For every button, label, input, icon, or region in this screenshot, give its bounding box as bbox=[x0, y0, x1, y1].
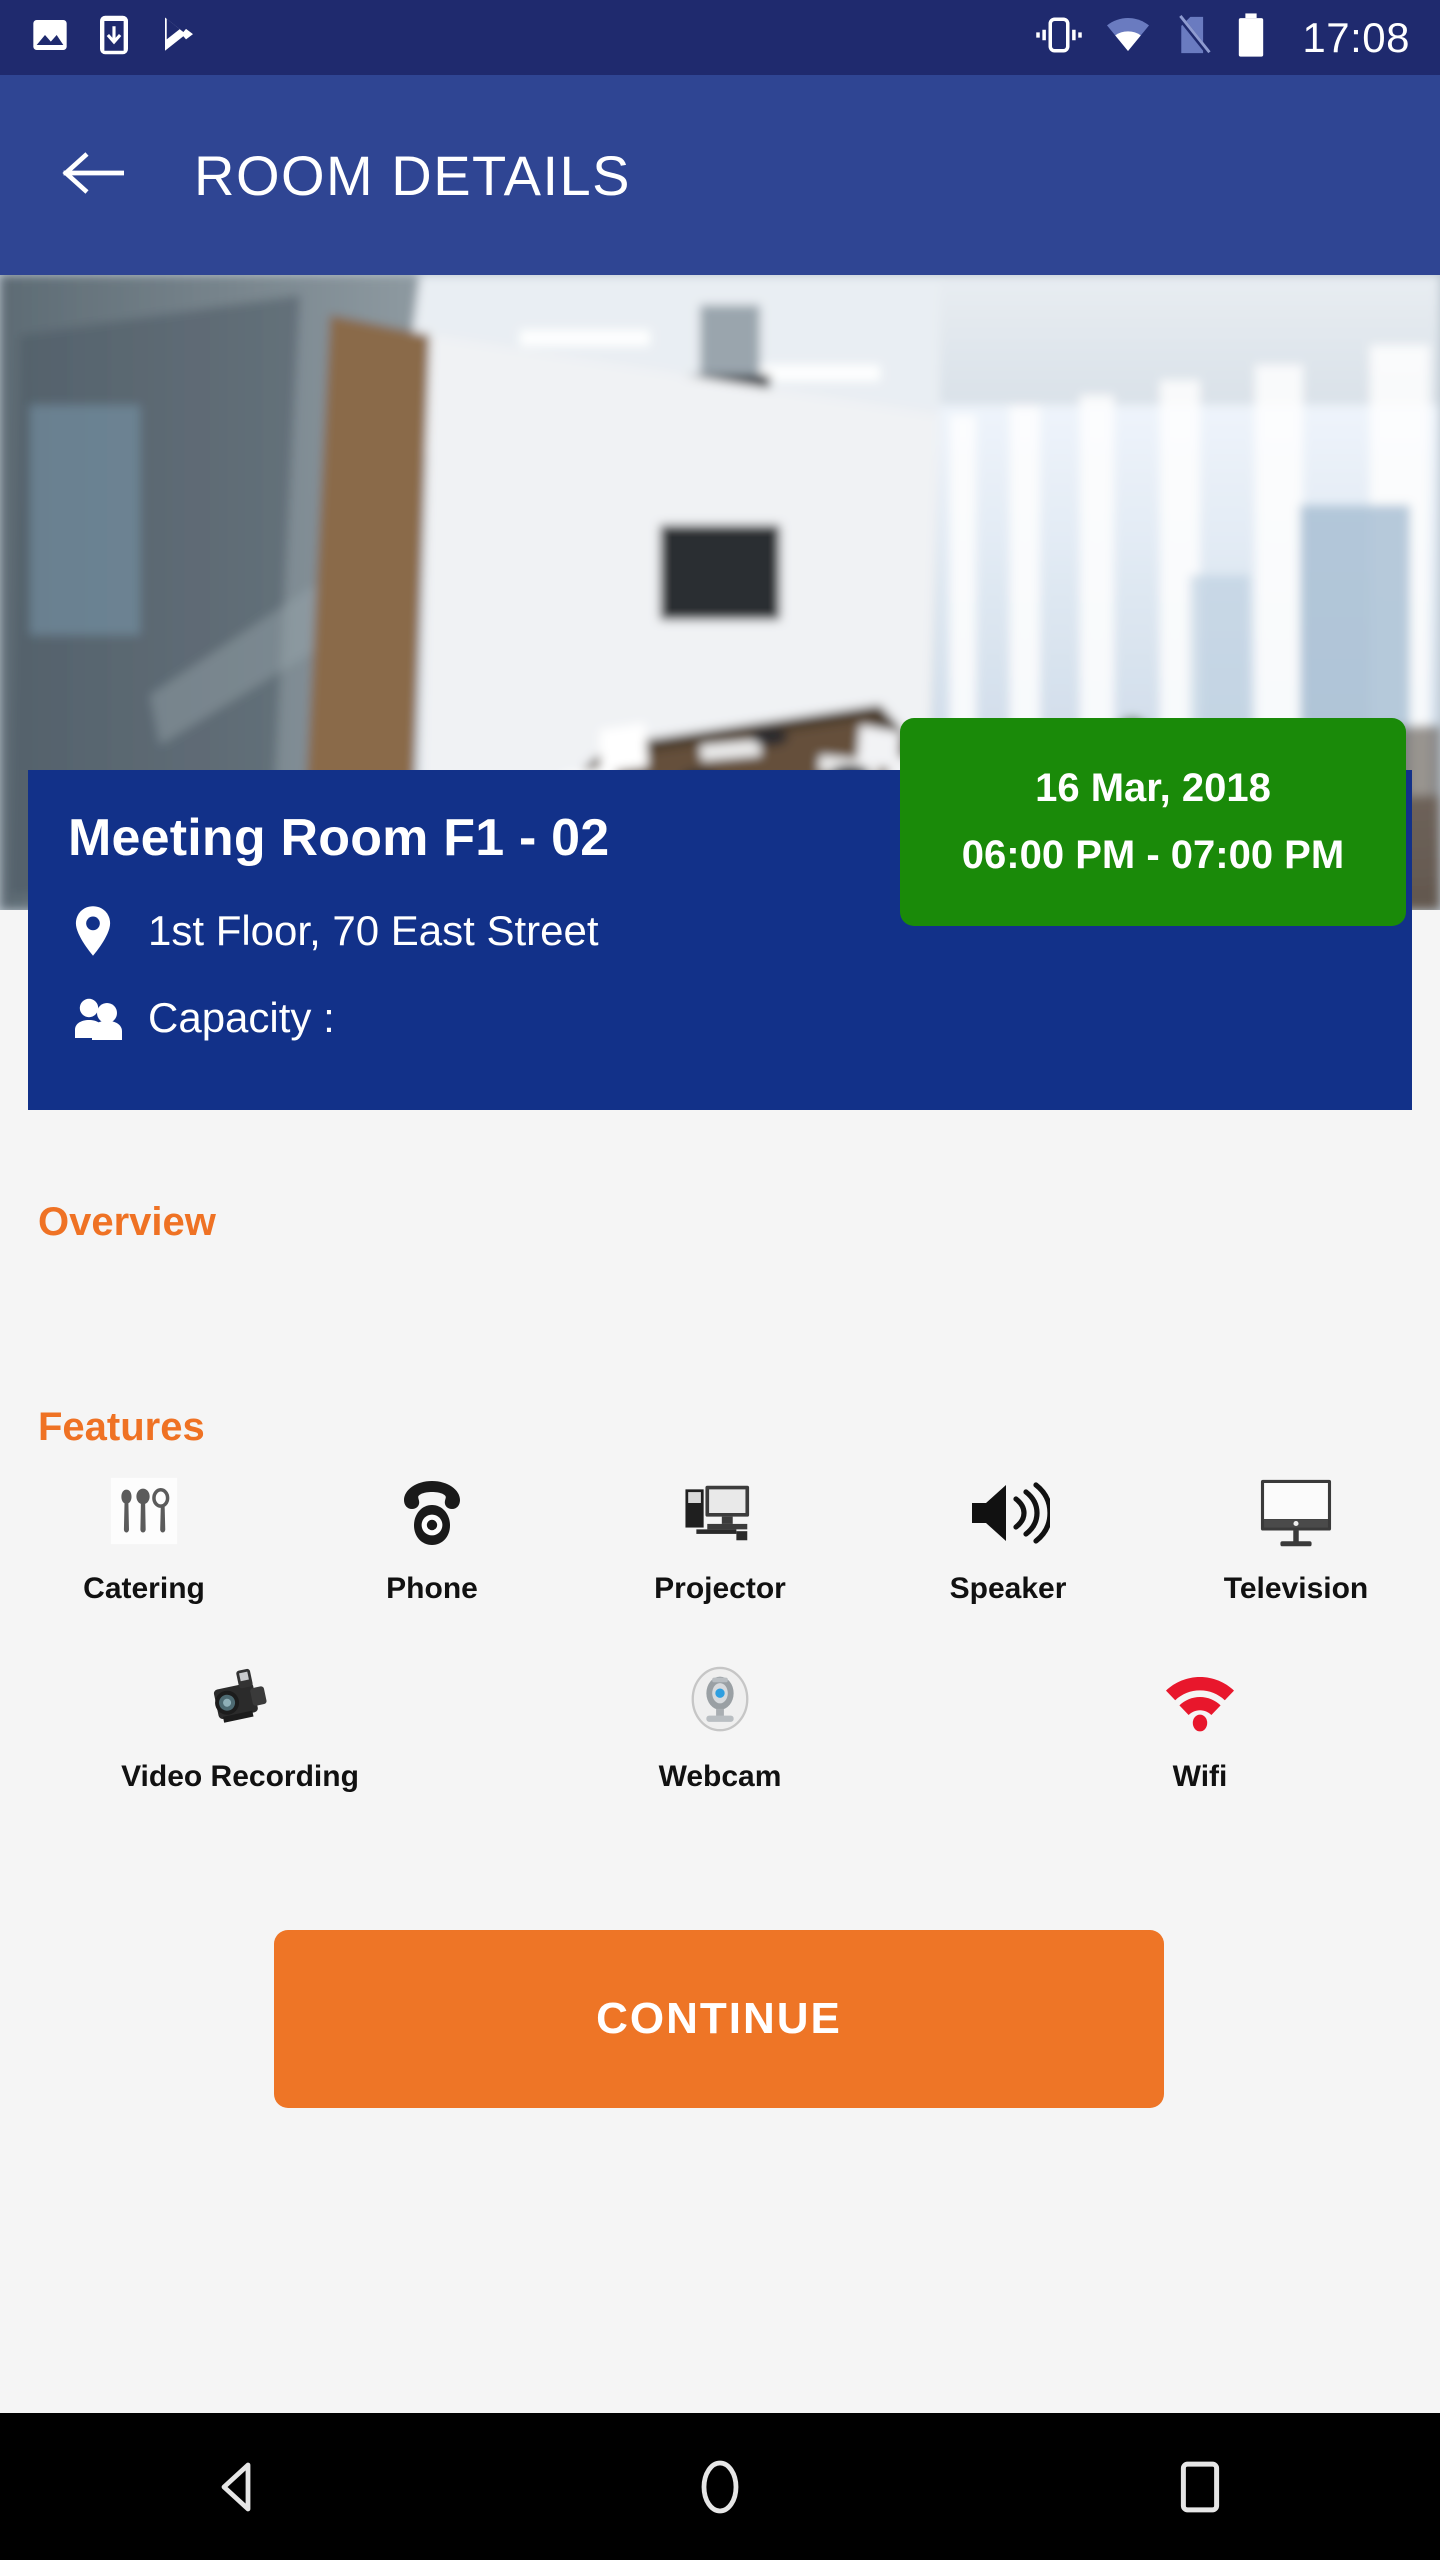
catering-icon bbox=[105, 1470, 183, 1556]
feature-speaker[interactable]: Speaker bbox=[864, 1470, 1152, 1606]
room-capacity-row: Capacity : bbox=[74, 994, 1412, 1042]
features-row-2: Video Recording Webcam Wifi bbox=[0, 1658, 1440, 1794]
status-bar: 17:08 bbox=[0, 0, 1440, 75]
people-group-icon bbox=[74, 996, 130, 1040]
feature-video-recording[interactable]: Video Recording bbox=[0, 1658, 480, 1794]
booking-time-range: 06:00 PM - 07:00 PM bbox=[961, 833, 1345, 877]
nav-home-icon[interactable] bbox=[640, 2437, 800, 2537]
download-icon bbox=[96, 14, 132, 61]
feature-label: Webcam bbox=[658, 1760, 782, 1793]
continue-button-label: CONTINUE bbox=[596, 1994, 842, 2043]
features-grid: Catering Phone Projector Speaker Televis… bbox=[0, 1470, 1440, 1794]
booking-date: 16 Mar, 2018 bbox=[1035, 766, 1271, 810]
video-camera-icon bbox=[198, 1658, 282, 1744]
webcam-icon bbox=[683, 1658, 757, 1744]
television-icon bbox=[1256, 1470, 1336, 1556]
feature-projector[interactable]: Projector bbox=[576, 1470, 864, 1606]
room-location: 1st Floor, 70 East Street bbox=[148, 907, 599, 954]
page-title: ROOM DETAILS bbox=[194, 143, 632, 207]
status-bar-right-icons: 17:08 bbox=[1036, 12, 1410, 63]
no-sim-icon bbox=[1174, 13, 1214, 62]
vibrate-icon bbox=[1036, 14, 1083, 61]
battery-icon bbox=[1236, 12, 1266, 63]
status-bar-clock: 17:08 bbox=[1302, 13, 1410, 61]
feature-phone[interactable]: Phone bbox=[288, 1470, 576, 1606]
continue-button[interactable]: CONTINUE bbox=[274, 1930, 1164, 2108]
feature-label: Television bbox=[1223, 1572, 1369, 1605]
feature-label: Video Recording bbox=[121, 1760, 359, 1793]
features-row-1: Catering Phone Projector Speaker Televis… bbox=[0, 1470, 1440, 1606]
overview-heading: Overview bbox=[38, 1200, 216, 1244]
feature-webcam[interactable]: Webcam bbox=[480, 1658, 960, 1794]
feature-label: Projector bbox=[654, 1572, 786, 1605]
android-nav-bar bbox=[0, 2413, 1440, 2560]
feature-label: Wifi bbox=[1172, 1760, 1228, 1793]
app-bar: ROOM DETAILS bbox=[0, 75, 1440, 275]
feature-television[interactable]: Television bbox=[1152, 1470, 1440, 1606]
feature-wifi[interactable]: Wifi bbox=[960, 1658, 1440, 1794]
projector-icon bbox=[680, 1470, 760, 1556]
nav-recents-icon[interactable] bbox=[1120, 2437, 1280, 2537]
feature-catering[interactable]: Catering bbox=[0, 1470, 288, 1606]
feature-label: Phone bbox=[386, 1572, 478, 1605]
nav-back-icon[interactable] bbox=[160, 2437, 320, 2537]
wifi-icon bbox=[1160, 1658, 1240, 1744]
features-heading: Features bbox=[38, 1405, 205, 1449]
location-pin-icon bbox=[74, 906, 130, 956]
feature-label: Catering bbox=[83, 1572, 205, 1605]
status-bar-left-icons bbox=[30, 14, 200, 61]
image-icon bbox=[30, 15, 70, 60]
wifi-icon bbox=[1104, 15, 1152, 60]
speaker-icon bbox=[966, 1470, 1050, 1556]
play-store-icon bbox=[158, 14, 200, 61]
feature-label: Speaker bbox=[949, 1572, 1067, 1605]
booking-date-badge: 16 Mar, 2018 06:00 PM - 07:00 PM bbox=[900, 718, 1406, 926]
room-capacity: Capacity : bbox=[148, 994, 335, 1041]
phone-icon bbox=[392, 1470, 472, 1556]
app-screen: 17:08 ROOM DETAILS Meeting Room F1 - 02 … bbox=[0, 0, 1440, 2560]
back-arrow-icon[interactable] bbox=[62, 148, 125, 203]
